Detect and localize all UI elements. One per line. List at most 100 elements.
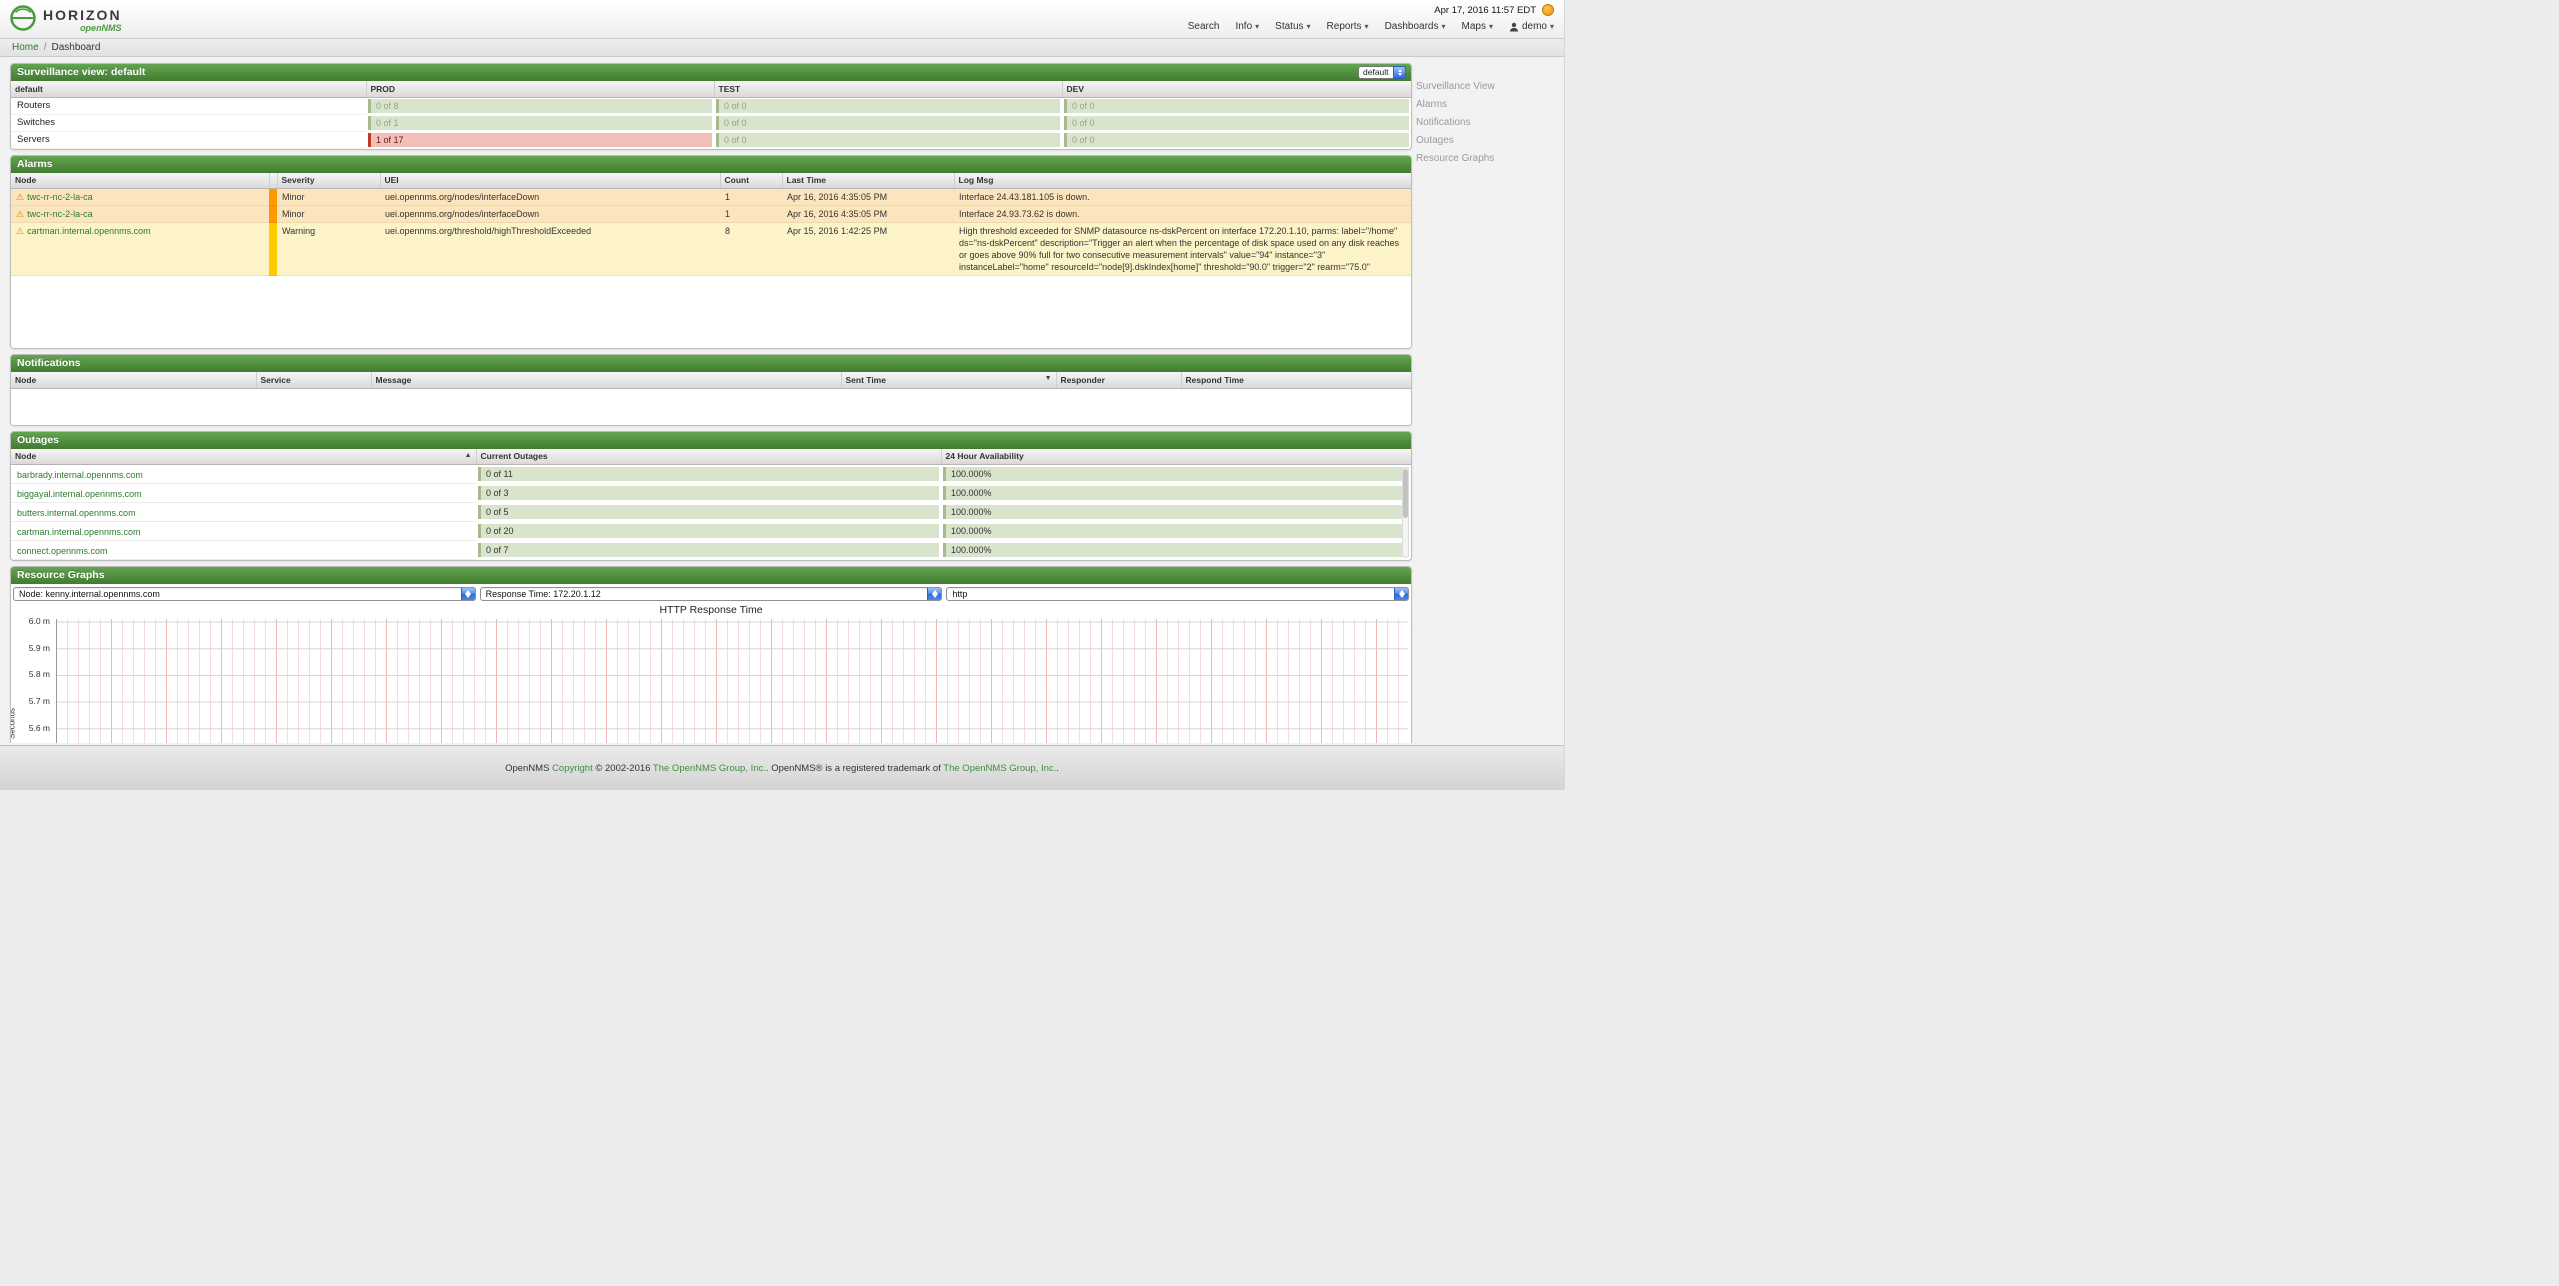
sidebar-link-outages[interactable]: Outages <box>1416 135 1556 146</box>
alarm-row: ⚠twc-rr-nc-2-la-ca Minor uei.opennms.org… <box>11 189 1411 206</box>
nav-reports[interactable]: Reports <box>1327 21 1369 32</box>
outages-scrollbar[interactable] <box>1402 467 1409 559</box>
nav-label: demo <box>1522 21 1547 32</box>
availability-cell[interactable]: 100.000% <box>943 486 1409 500</box>
footer-group-link[interactable]: The OpenNMS Group, Inc. <box>653 763 766 774</box>
resource-select[interactable]: Response Time: 172.20.1.12 <box>480 587 943 601</box>
outage-row: barbrady.internal.opennms.com 0 of 11 10… <box>11 465 1411 484</box>
availability-cell[interactable]: 100.000% <box>943 467 1409 481</box>
status-cell[interactable]: 0 of 0 <box>716 133 1060 147</box>
y-axis-tick: 5.9 m <box>12 643 50 653</box>
status-cell[interactable]: 0 of 0 <box>1064 133 1409 147</box>
status-cell[interactable]: 0 of 0 <box>1064 99 1409 113</box>
footer-group-link[interactable]: The OpenNMS Group, Inc. <box>943 763 1056 774</box>
app-header: HORIZON openNMS Apr 17, 2016 11:57 EDT S… <box>0 0 1564 39</box>
column-header-sent-time: Sent Time <box>841 372 1056 388</box>
category-label: Routers <box>11 97 366 114</box>
alarm-severity: Minor <box>277 189 380 206</box>
status-cell[interactable]: 0 of 0 <box>1064 116 1409 130</box>
breadcrumb-current: Dashboard <box>51 42 100 53</box>
column-header-last-time: Last Time <box>782 173 954 189</box>
sidebar-link-notifications[interactable]: Notifications <box>1416 117 1556 128</box>
current-outages-cell[interactable]: 0 of 11 <box>478 467 939 481</box>
http-response-time-chart: 6.0 m 5.9 m 5.8 m 5.7 m 5.6 m 5.5 m Seco… <box>56 619 1408 743</box>
alarm-count: 8 <box>720 223 782 276</box>
nav-user-menu[interactable]: demo <box>1509 21 1554 32</box>
outage-node-link[interactable]: connect.opennms.com <box>17 546 108 556</box>
nav-info[interactable]: Info <box>1235 21 1259 32</box>
availability-cell[interactable]: 100.000% <box>943 524 1409 538</box>
scrollbar-thumb[interactable] <box>1403 469 1408 518</box>
chart-title: HTTP Response Time <box>11 604 1411 616</box>
surveillance-table: default PROD TEST DEV Routers 0 of 8 0 o… <box>11 81 1411 149</box>
y-axis-tick: 5.6 m <box>12 723 50 733</box>
column-header-node: Node <box>11 449 476 465</box>
node-select[interactable]: Node: kenny.internal.opennms.com <box>13 587 476 601</box>
current-outages-cell[interactable]: 0 of 5 <box>478 505 939 519</box>
availability-cell[interactable]: 100.000% <box>943 505 1409 519</box>
footer-text: OpenNMS <box>505 763 552 774</box>
alarm-node-link[interactable]: cartman.internal.opennms.com <box>27 226 151 236</box>
alarm-node-link[interactable]: twc-rr-nc-2-la-ca <box>27 209 93 219</box>
availability-cell[interactable]: 100.000% <box>943 543 1409 557</box>
outage-node-link[interactable]: cartman.internal.opennms.com <box>17 527 141 537</box>
status-cell[interactable]: 0 of 8 <box>368 99 712 113</box>
resource-select-value: Response Time: 172.20.1.12 <box>486 589 601 599</box>
footer-text: . OpenNMS® is a registered trademark of <box>766 763 943 774</box>
alarm-log-msg: High threshold exceeded for SNMP datasou… <box>954 223 1411 276</box>
current-outages-cell[interactable]: 0 of 3 <box>478 486 939 500</box>
notifications-title: Notifications <box>17 357 81 369</box>
sort-desc-icon[interactable] <box>1045 375 1052 382</box>
category-label: Servers <box>11 131 366 148</box>
table-row: Servers 1 of 17 0 of 0 0 of 0 <box>11 131 1411 148</box>
current-outages-cell[interactable]: 0 of 7 <box>478 543 939 557</box>
breadcrumb-home-link[interactable]: Home <box>12 42 39 53</box>
graph-type-select[interactable]: http <box>946 587 1409 601</box>
outage-node-link[interactable]: butters.internal.opennms.com <box>17 508 136 518</box>
nav-dashboards[interactable]: Dashboards <box>1385 21 1446 32</box>
nav-maps[interactable]: Maps <box>1462 21 1493 32</box>
footer-copyright-link[interactable]: Copyright <box>552 763 593 774</box>
status-cell[interactable]: 0 of 0 <box>716 99 1060 113</box>
resource-graphs-title: Resource Graphs <box>17 569 105 581</box>
sidebar-link-resource-graphs[interactable]: Resource Graphs <box>1416 153 1556 164</box>
surveillance-view-select[interactable]: default <box>1358 66 1406 79</box>
chevron-down-icon <box>1547 21 1554 32</box>
breadcrumb: Home/Dashboard <box>0 39 1564 57</box>
severity-indicator <box>269 189 277 206</box>
column-header-service: Service <box>256 372 371 388</box>
alarms-title: Alarms <box>17 158 53 170</box>
chart-watermark: OpenNMS/JRobin <box>1410 621 1412 691</box>
column-header-uei: UEI <box>380 173 720 189</box>
logo-subtitle: openNMS <box>80 23 122 33</box>
select-arrows-icon <box>927 587 942 601</box>
nav-status[interactable]: Status <box>1275 21 1310 32</box>
y-axis-tick: 6.0 m <box>12 616 50 626</box>
status-cell-critical[interactable]: 1 of 17 <box>368 133 712 147</box>
app-footer: OpenNMS Copyright © 2002-2016 The OpenNM… <box>0 745 1564 790</box>
outage-node-link[interactable]: biggayal.internal.opennms.com <box>17 489 142 499</box>
current-datetime: Apr 17, 2016 11:57 EDT <box>1434 5 1536 16</box>
alarm-node-link[interactable]: twc-rr-nc-2-la-ca <box>27 192 93 202</box>
status-cell[interactable]: 0 of 0 <box>716 116 1060 130</box>
notifications-table: Node Service Message Sent Time Responder… <box>11 372 1411 389</box>
alarm-log-msg: Interface 24.43.181.105 is down. <box>954 189 1411 206</box>
column-header-node: Node <box>11 173 269 189</box>
opennms-horizon-logo[interactable]: HORIZON openNMS <box>8 3 122 38</box>
sidebar-link-surveillance-view[interactable]: Surveillance View <box>1416 81 1556 92</box>
notice-status-icon[interactable] <box>1542 4 1554 16</box>
nav-search[interactable]: Search <box>1188 21 1220 32</box>
outage-node-link[interactable]: barbrady.internal.opennms.com <box>17 470 143 480</box>
sidebar-link-alarms[interactable]: Alarms <box>1416 99 1556 110</box>
current-outages-cell[interactable]: 0 of 20 <box>478 524 939 538</box>
sort-asc-icon[interactable] <box>465 452 472 459</box>
logo-title: HORIZON <box>43 8 122 23</box>
status-cell[interactable]: 0 of 1 <box>368 116 712 130</box>
severity-indicator <box>269 206 277 223</box>
notifications-panel: Notifications Node Service Message Sent … <box>10 354 1412 426</box>
column-header-dev: DEV <box>1062 81 1411 97</box>
alarm-uei: uei.opennms.org/threshold/highThresholdE… <box>380 223 720 276</box>
nav-label: Reports <box>1327 21 1362 32</box>
chart-canvas <box>56 619 1408 743</box>
alarm-last-time: Apr 16, 2016 4:35:05 PM <box>782 206 954 223</box>
